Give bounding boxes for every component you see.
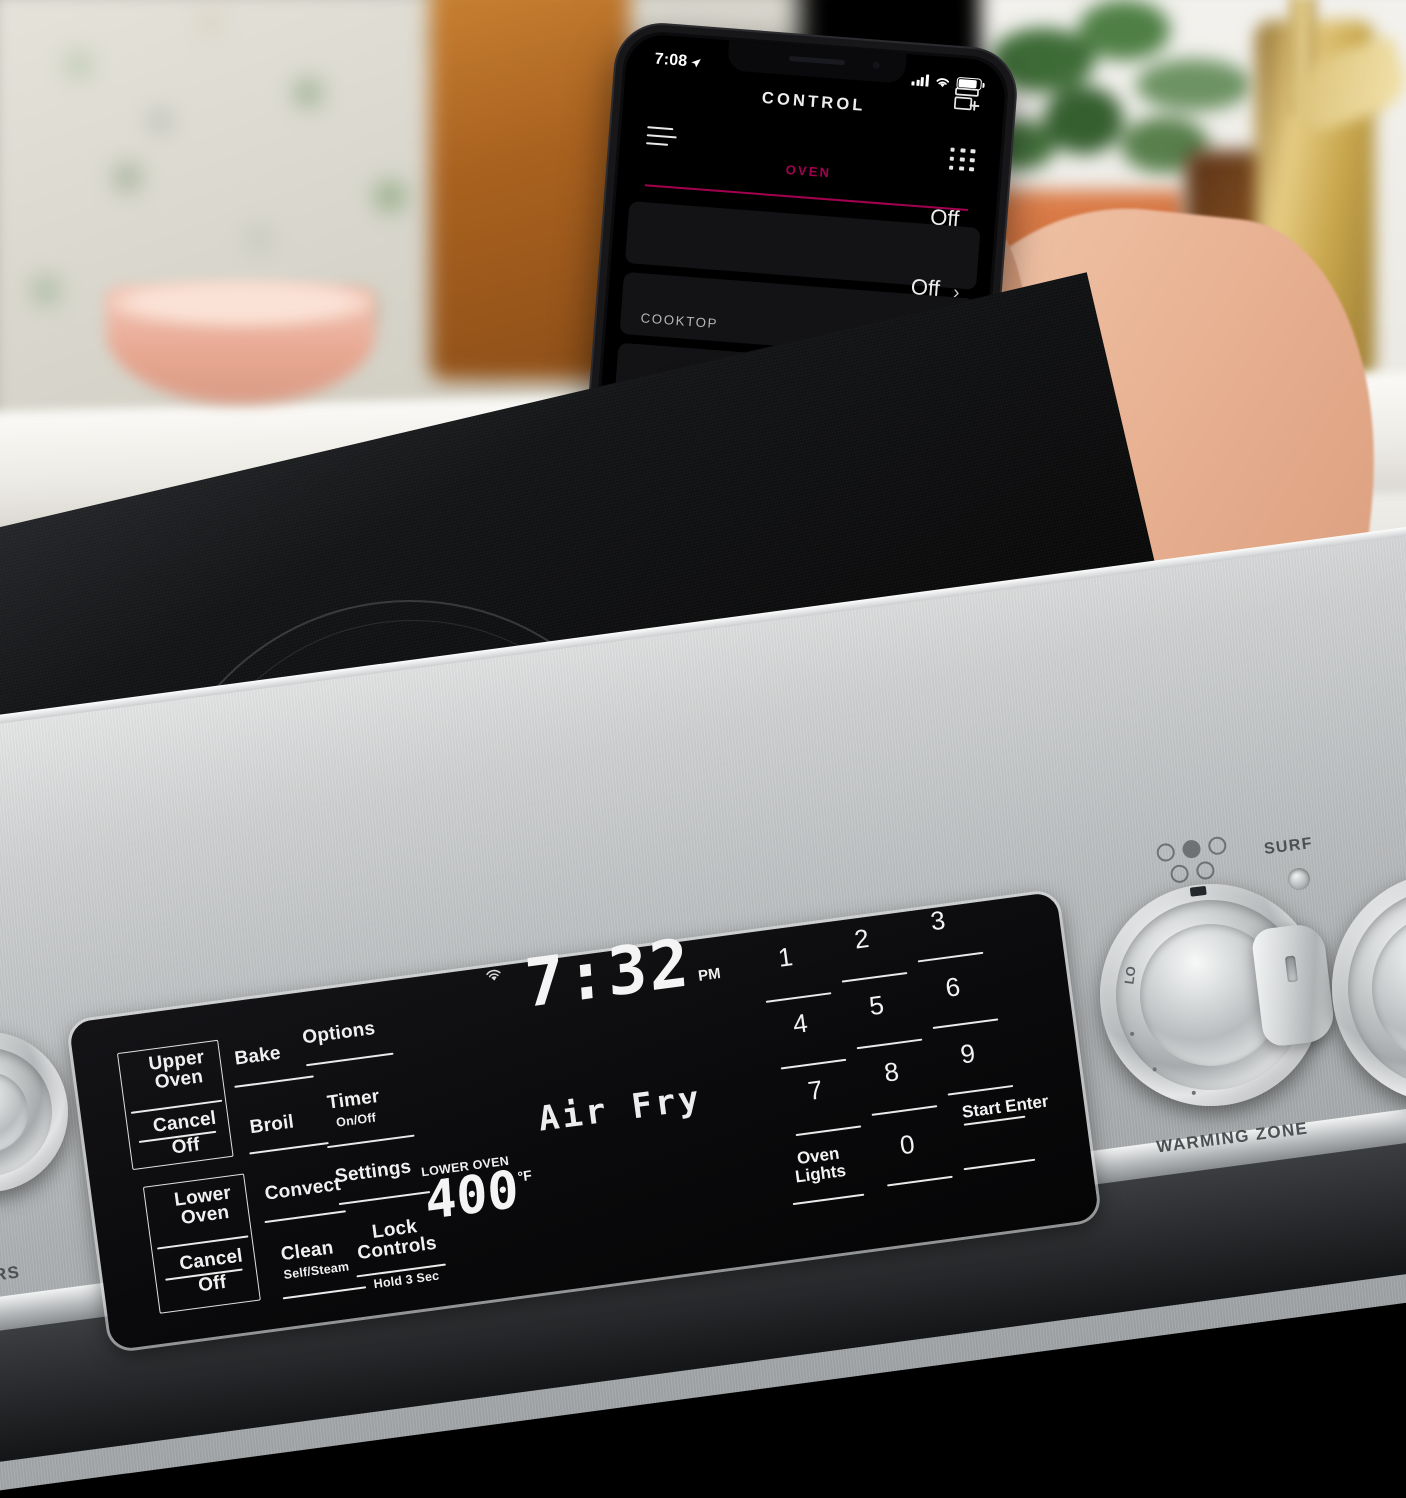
timer-sub-label: On/Off xyxy=(335,1110,377,1130)
oven-range: SURF WARMING ZONE RS LO Upper Oven Cance… xyxy=(0,0,1406,1498)
key-5-label: 5 xyxy=(867,989,886,1022)
broil-button[interactable]: Broil xyxy=(248,1111,296,1139)
oven-lights-rule xyxy=(792,1193,865,1206)
key-2-rule xyxy=(841,971,908,983)
key-1-label: 1 xyxy=(776,941,795,973)
key-4-rule xyxy=(780,1058,847,1070)
key-3-rule xyxy=(917,951,984,963)
lower-off-label: Off xyxy=(197,1271,228,1297)
key-6-label: 6 xyxy=(943,971,962,1003)
settings-button[interactable]: Settings xyxy=(333,1156,413,1188)
convect-rule xyxy=(264,1210,346,1224)
key-4-label: 4 xyxy=(791,1007,810,1040)
clean-rule xyxy=(282,1286,367,1300)
start-label: Start xyxy=(960,1097,1002,1122)
clean-label: Clean xyxy=(279,1237,335,1266)
timer-label: Timer xyxy=(326,1085,381,1114)
oven-lights-button[interactable]: Oven Lights xyxy=(792,1144,847,1187)
lower-oven-temp-value: 400 xyxy=(423,1159,521,1233)
convect-button[interactable]: Convect xyxy=(263,1173,342,1205)
key-9-rule xyxy=(947,1084,1014,1096)
key-0-rule xyxy=(887,1175,953,1187)
convect-label: Convect xyxy=(263,1173,342,1205)
options-label: Options xyxy=(301,1017,377,1049)
key-8-rule xyxy=(871,1105,938,1116)
knob-marker xyxy=(1189,885,1207,897)
lock-label-2: Controls xyxy=(356,1232,438,1265)
key-9[interactable]: 9 xyxy=(959,1038,977,1071)
start-enter-button[interactable]: Start Enter xyxy=(960,1091,1050,1126)
burners-label: RS xyxy=(0,1262,22,1285)
lower-oven-temp-group: 400 °F xyxy=(423,1159,534,1233)
key-0-label: 0 xyxy=(898,1128,917,1161)
timer-rule xyxy=(327,1134,415,1149)
key-7[interactable]: 7 xyxy=(806,1074,824,1107)
display-wifi-icon xyxy=(484,967,504,988)
lock-hold-label-wrap: Hold 3 Sec xyxy=(363,1267,450,1292)
key-8[interactable]: 8 xyxy=(882,1056,900,1089)
key-2[interactable]: 2 xyxy=(852,923,870,956)
clean-sub-label: Self/Steam xyxy=(282,1259,351,1283)
enter-label: Enter xyxy=(1004,1091,1050,1117)
timer-button[interactable]: Timer On/Off xyxy=(326,1085,383,1132)
upper-off-label: Off xyxy=(170,1134,202,1159)
key-5[interactable]: 5 xyxy=(867,989,885,1022)
key-2-label: 2 xyxy=(852,922,871,955)
broil-label: Broil xyxy=(248,1111,296,1139)
key-1-rule xyxy=(765,992,832,1003)
bake-button[interactable]: Bake xyxy=(233,1042,282,1070)
key-5-rule xyxy=(856,1038,923,1050)
temperature-unit: °F xyxy=(516,1166,533,1185)
knob-lo-label: LO xyxy=(1121,965,1139,986)
options-button[interactable]: Options xyxy=(301,1017,377,1049)
key-6-rule xyxy=(932,1018,999,1030)
key-7-label: 7 xyxy=(806,1074,825,1106)
settings-label: Settings xyxy=(333,1156,413,1188)
key-9-label: 9 xyxy=(958,1037,977,1070)
key-0[interactable]: 0 xyxy=(898,1129,916,1162)
lock-controls-button[interactable]: Lock Controls xyxy=(354,1215,438,1265)
key-3[interactable]: 3 xyxy=(929,905,947,938)
bake-label: Bake xyxy=(233,1042,282,1070)
clock-ampm: PM xyxy=(697,965,722,986)
key-1[interactable]: 1 xyxy=(776,941,794,974)
clock-time: 7:32 xyxy=(522,923,693,1023)
knob-tick xyxy=(1191,1090,1197,1096)
key-3-label: 3 xyxy=(928,904,947,937)
key-8-label: 8 xyxy=(882,1056,901,1088)
clean-button[interactable]: Clean Self/Steam xyxy=(280,1237,350,1283)
bake-rule xyxy=(234,1075,314,1088)
key-6[interactable]: 6 xyxy=(944,971,962,1004)
key-7-rule xyxy=(795,1125,862,1137)
lower-oven-temp-display: LOWER OVEN 400 °F xyxy=(420,1151,535,1233)
key-4[interactable]: 4 xyxy=(791,1008,809,1041)
settings-rule xyxy=(338,1190,431,1206)
start-enter-rule xyxy=(963,1158,1036,1171)
options-rule xyxy=(306,1052,394,1067)
broil-rule xyxy=(249,1141,329,1155)
